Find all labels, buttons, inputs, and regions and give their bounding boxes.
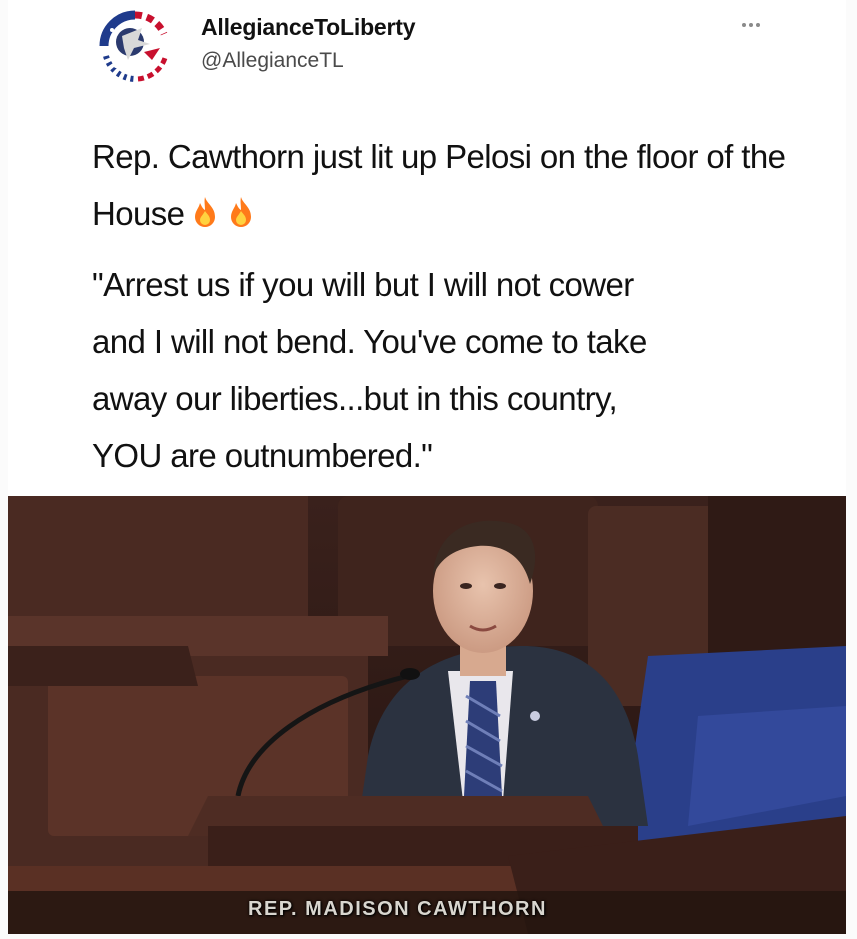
quote-line: away our liberties...but in this country… bbox=[92, 380, 618, 417]
tweet-text: Rep. Cawthorn just lit up Pelosi on the … bbox=[92, 128, 812, 484]
more-options-icon[interactable] bbox=[734, 16, 768, 34]
eagle-flag-logo-icon bbox=[95, 7, 175, 87]
quote-line: "Arrest us if you will but I will not co… bbox=[92, 266, 634, 303]
tweet-quote: "Arrest us if you will but I will not co… bbox=[92, 256, 812, 484]
tweet-paragraph-1: Rep. Cawthorn just lit up Pelosi on the … bbox=[92, 128, 812, 242]
display-name[interactable]: AllegianceToLiberty bbox=[201, 14, 416, 41]
embedded-video-still[interactable] bbox=[8, 496, 846, 934]
video-lower-third-caption: REP. MADISON CAWTHORN bbox=[248, 898, 547, 920]
dot bbox=[756, 23, 760, 27]
fire-icon bbox=[190, 195, 220, 229]
dot bbox=[749, 23, 753, 27]
screenshot-frame: AllegianceToLiberty @AllegianceTL Rep. C… bbox=[0, 0, 857, 939]
profile-avatar[interactable] bbox=[94, 6, 176, 88]
house-floor-speech-image bbox=[8, 496, 846, 934]
tweet-card[interactable]: AllegianceToLiberty @AllegianceTL Rep. C… bbox=[8, 0, 846, 934]
fire-icon bbox=[226, 195, 256, 229]
dot bbox=[742, 23, 746, 27]
user-handle[interactable]: @AllegianceTL bbox=[201, 49, 344, 73]
quote-line: YOU are outnumbered." bbox=[92, 437, 433, 474]
quote-line: and I will not bend. You've come to take bbox=[92, 323, 647, 360]
